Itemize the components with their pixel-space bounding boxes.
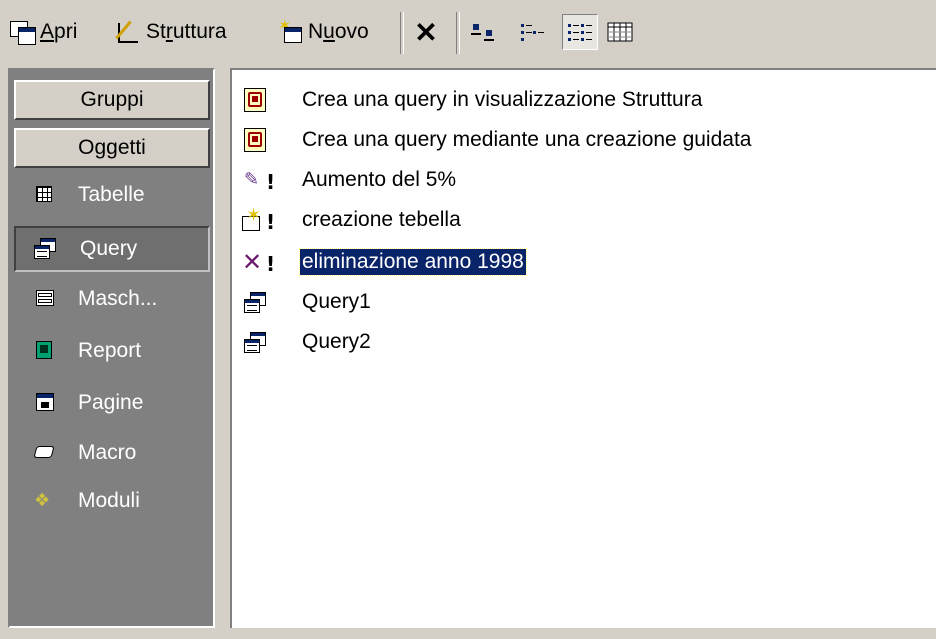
objects-button[interactable]: Oggetti <box>14 128 210 168</box>
small-icons-icon <box>521 24 544 41</box>
list-item-label: Crea una query mediante una creazione gu… <box>302 128 752 151</box>
objects-item-queries[interactable]: Query <box>14 226 210 272</box>
objects-item-label: Pagine <box>78 391 144 414</box>
objects-bar: Gruppi Oggetti Tabelle Query Masch... Re… <box>8 68 215 628</box>
wizard-icon <box>240 127 280 153</box>
small-icons-button[interactable] <box>514 14 550 50</box>
new-icon: ✶ <box>278 18 304 45</box>
list-item[interactable]: ✎! Aumento del 5% <box>232 160 458 200</box>
objects-item-label: Query <box>80 237 138 260</box>
open-label: Apri <box>40 20 78 43</box>
query-icon <box>34 238 58 260</box>
form-icon <box>34 288 56 310</box>
details-icon <box>607 22 633 42</box>
object-list: Crea una query in visualizzazione Strutt… <box>230 68 936 628</box>
open-button[interactable]: Apri <box>10 12 77 52</box>
macro-icon <box>33 442 56 464</box>
table-icon <box>34 184 56 206</box>
list-item-label: Aumento del 5% <box>302 168 457 191</box>
list-icon <box>568 24 592 41</box>
wizard-icon <box>240 87 280 113</box>
large-icons-icon <box>471 24 494 41</box>
select-query-icon <box>240 329 280 355</box>
list-item-label: Query2 <box>302 330 371 353</box>
select-query-icon <box>240 289 280 315</box>
groups-button[interactable]: Gruppi <box>14 80 210 120</box>
update-query-icon: ✎! <box>244 169 276 194</box>
large-icons-button[interactable] <box>466 14 502 50</box>
objects-item-pages[interactable]: Pagine <box>14 380 210 426</box>
design-icon <box>115 19 142 45</box>
objects-item-label: Moduli <box>78 489 140 512</box>
design-label: Struttura <box>146 20 227 43</box>
new-button[interactable]: ✶ Nuovo <box>278 12 369 52</box>
objects-item-reports[interactable]: Report <box>14 328 210 374</box>
list-item[interactable]: ✶! creazione tebella <box>232 200 463 240</box>
delete-icon: ✕ <box>414 16 438 48</box>
objects-item-tables[interactable]: Tabelle <box>14 172 210 218</box>
objects-item-macros[interactable]: Macro <box>14 430 210 476</box>
toolbar-separator <box>400 12 404 54</box>
delete-query-icon: ✕! <box>242 248 276 276</box>
objects-item-forms[interactable]: Masch... <box>14 276 210 322</box>
new-label: Nuovo <box>308 20 369 43</box>
objects-item-label: Macro <box>78 441 137 464</box>
list-item[interactable]: Crea una query in visualizzazione Strutt… <box>232 80 704 120</box>
list-view-button[interactable] <box>562 14 598 50</box>
objects-item-label: Masch... <box>78 287 158 310</box>
list-item[interactable]: Query1 <box>232 282 373 322</box>
toolbar-separator <box>456 12 460 54</box>
list-item[interactable]: Crea una query mediante una creazione gu… <box>232 120 753 160</box>
list-item[interactable]: ✕! eliminazione anno 1998 <box>232 242 527 282</box>
list-item-label: Query1 <box>302 290 371 313</box>
design-button[interactable]: Struttura <box>115 12 227 52</box>
list-item-label: eliminazione anno 1998 <box>299 248 527 276</box>
make-table-query-icon: ✶! <box>240 205 280 234</box>
report-icon <box>34 340 56 362</box>
list-item-label: creazione tebella <box>302 208 461 231</box>
objects-item-label: Tabelle <box>78 183 145 206</box>
page-icon <box>34 392 56 414</box>
details-view-button[interactable] <box>602 14 638 50</box>
objects-item-modules[interactable]: ❖ Moduli <box>14 478 210 524</box>
module-icon: ❖ <box>34 490 51 511</box>
delete-button[interactable]: ✕ <box>408 14 444 50</box>
objects-item-label: Report <box>78 339 142 362</box>
status-bar <box>0 628 936 639</box>
list-item-label: Crea una query in visualizzazione Strutt… <box>302 88 703 111</box>
list-item[interactable]: Query2 <box>232 322 373 362</box>
toolbar: Apri Struttura ✶ Nuovo ✕ <box>0 0 936 66</box>
open-icon <box>10 19 36 45</box>
